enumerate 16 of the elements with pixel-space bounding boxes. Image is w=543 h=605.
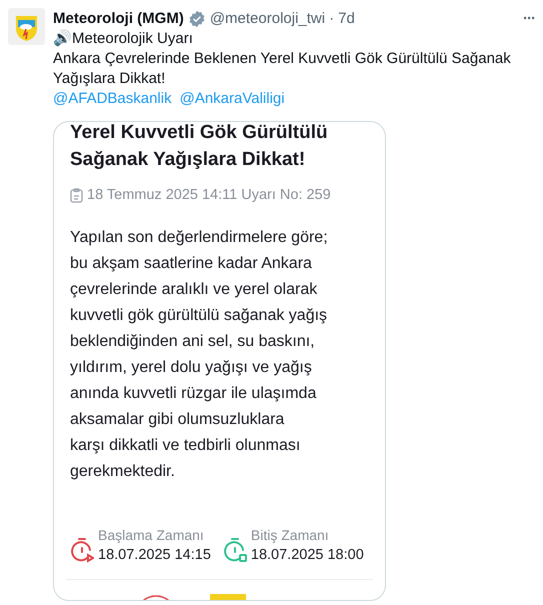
warning-body: Yapılan son değerlendirmelere göre; bu akşam saatlerine kadar Ankara çevrelerinde aralıklı ve yerel olarak kuvvetli gök gürültülü sağanak yağış beklendiğinden ani sel, su baskını, yıldırım, yerel dolu yağışı ve yağış anında kuvvetli rüzgar ile ulaşımda aksamalar gibi olumsuzluklara karşı dikkatli ve tedbirli olunması gerekmektedir. [70, 228, 329, 482]
image-card[interactable] [53, 121, 386, 601]
time-value: 18.07.2025 18:00 [250, 546, 364, 565]
card-title: Yerel Kuvvetli Gök Gürültülü Sağanak Yağışlara Dikkat! [70, 122, 329, 172]
author-name[interactable]: Meteoroloji (MGM) [53, 8, 184, 30]
separator-dot: · [329, 8, 334, 29]
more-button[interactable]: ··· [523, 8, 535, 30]
clipboard-icon [70, 188, 83, 204]
time-label: Başlama Zamanı [98, 526, 205, 545]
warning-meta: 18 Temmuz 2025 14:11 Uyarı No: 259 [87, 186, 331, 205]
user-handle[interactable]: @meteoroloji_twi [210, 8, 326, 30]
post-time[interactable]: 7d [338, 8, 355, 30]
time-value: 18.07.2025 14:15 [98, 546, 211, 565]
tweet-text: 🔊Meteorolojik Uyarı Ankara Çevrelerinde Beklenen Yerel Kuvvetli Gök Gürültülü Sağanak Yağışlara Dikkat! [53, 29, 512, 89]
time-label: Bitiş Zamanı [250, 526, 330, 545]
avatar-logo-icon[interactable] [8, 8, 45, 45]
